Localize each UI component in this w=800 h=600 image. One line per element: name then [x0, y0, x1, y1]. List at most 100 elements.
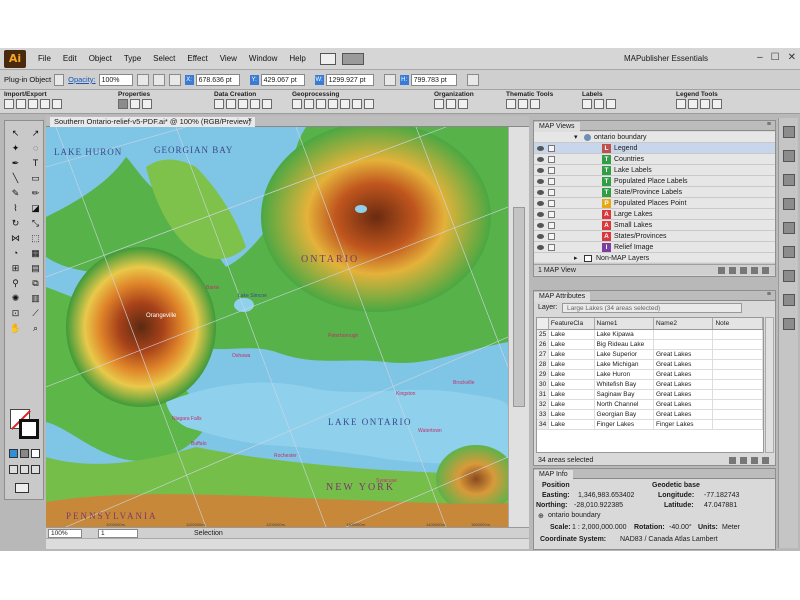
cell[interactable] [654, 340, 714, 349]
tree-root[interactable]: ▾ ontario boundary [534, 132, 775, 143]
cell[interactable]: Lake [549, 410, 595, 419]
draw-normal-icon[interactable] [9, 465, 18, 474]
visibility-eye-icon[interactable] [537, 157, 544, 162]
lock-toggle[interactable] [548, 233, 555, 240]
layer-row[interactable]: T Lake Labels [534, 165, 775, 176]
grid-icon[interactable] [250, 99, 260, 109]
slice-tool-icon[interactable]: ⟋ [28, 307, 43, 319]
zoom-tool-icon[interactable]: ⌕ [28, 322, 43, 334]
cell[interactable]: Great Lakes [654, 370, 714, 379]
layer-row[interactable]: A Small Lakes [534, 220, 775, 231]
duplicate-view-icon[interactable] [740, 267, 747, 274]
workspace-switcher[interactable]: MAPublisher Essentials [624, 54, 708, 63]
cell[interactable]: Great Lakes [654, 350, 714, 359]
database-icon[interactable] [28, 99, 38, 109]
table-row[interactable]: 27 Lake Lake Superior Great Lakes [537, 350, 763, 360]
perspective-grid-tool-icon[interactable]: ▦ [28, 247, 43, 259]
fill-stroke-swatches[interactable] [10, 409, 39, 443]
column-header[interactable]: FeatureCla [549, 318, 595, 329]
add-attribute-icon[interactable] [729, 457, 736, 464]
type-tool-icon[interactable]: T [28, 157, 43, 169]
transparency-panel-icon[interactable] [782, 270, 795, 282]
lock-toggle[interactable] [548, 222, 555, 229]
rotate-tool-icon[interactable]: ↻ [8, 217, 23, 229]
visibility-eye-icon[interactable] [537, 234, 544, 239]
join-icon[interactable] [292, 99, 302, 109]
table-row[interactable]: 25 Lake Lake Kipawa [537, 330, 763, 340]
cell[interactable] [713, 390, 763, 399]
minimize-icon[interactable]: – [757, 52, 763, 63]
cell[interactable]: Lake [549, 360, 595, 369]
cell[interactable]: Finger Lakes [654, 420, 714, 429]
selection-tool-icon[interactable]: ↖ [8, 127, 23, 139]
menu-window[interactable]: Window [243, 54, 283, 63]
gradient-icon[interactable] [20, 449, 29, 458]
layer-row[interactable]: T State/Province Labels [534, 187, 775, 198]
label-editor-icon[interactable] [594, 99, 604, 109]
appearance-panel-icon[interactable] [782, 294, 795, 306]
width-tool-icon[interactable]: ⋈ [8, 232, 23, 244]
layer-dropdown[interactable]: Large Lakes (34 areas selected) [562, 303, 742, 313]
table-row[interactable]: 33 Lake Georgian Bay Great Lakes [537, 410, 763, 420]
arrange-documents-icon[interactable] [341, 52, 364, 65]
cell[interactable]: Lake Kipawa [595, 330, 654, 339]
globe-icon[interactable] [118, 99, 128, 109]
cell[interactable]: Lake [549, 420, 595, 429]
cell[interactable]: Great Lakes [654, 390, 714, 399]
symbol-icon[interactable] [530, 99, 540, 109]
paintbrush-tool-icon[interactable]: ✎ [8, 187, 23, 199]
delete-icon[interactable] [762, 267, 769, 274]
map-attributes-tab[interactable]: MAP Attributes [534, 292, 591, 302]
line-tool-icon[interactable]: ╲ [8, 172, 23, 184]
align-icon[interactable] [152, 73, 165, 86]
symbol-sprayer-tool-icon[interactable]: ✺ [8, 292, 23, 304]
cell[interactable]: Lake Michigan [595, 360, 654, 369]
blend-tool-icon[interactable]: ⧉ [28, 277, 43, 289]
attributes-menu-icon[interactable]: ≡ [767, 291, 771, 298]
cell[interactable]: North Channel [595, 400, 654, 409]
map-canvas[interactable]: LAKE HURON GEORGIAN BAY ONTARIO LAKE ONT… [46, 127, 508, 527]
cell[interactable]: Lake Superior [595, 350, 654, 359]
visibility-eye-icon[interactable] [537, 201, 544, 206]
table-row[interactable]: 34 Lake Finger Lakes Finger Lakes [537, 420, 763, 430]
point-tool-icon[interactable] [214, 99, 224, 109]
visibility-eye-icon[interactable] [537, 223, 544, 228]
visibility-eye-icon[interactable] [537, 245, 544, 250]
bridge-icon[interactable] [319, 52, 336, 65]
table-row[interactable]: 32 Lake North Channel Great Lakes [537, 400, 763, 410]
lock-toggle[interactable] [548, 145, 555, 152]
menu-file[interactable]: File [32, 54, 57, 63]
mesh-tool-icon[interactable]: ⊞ [8, 262, 23, 274]
attribute-scrollbar[interactable] [765, 317, 774, 453]
horizontal-scrollbar[interactable] [46, 538, 529, 549]
buffer-icon[interactable] [262, 99, 272, 109]
shape-builder-tool-icon[interactable]: ◔ [8, 247, 23, 259]
layer-row[interactable]: T Countries [534, 154, 775, 165]
thematic-icon[interactable] [506, 99, 516, 109]
north-arrow-icon[interactable] [700, 99, 710, 109]
table-row[interactable]: 28 Lake Lake Michigan Great Lakes [537, 360, 763, 370]
layers-panel-icon[interactable] [782, 318, 795, 330]
menu-type[interactable]: Type [118, 54, 147, 63]
pencil-tool-icon[interactable]: ✏ [28, 187, 43, 199]
export-icon[interactable] [16, 99, 26, 109]
web-map-icon[interactable] [40, 99, 50, 109]
cell[interactable]: Whitefish Bay [595, 380, 654, 389]
cell[interactable]: Great Lakes [654, 380, 714, 389]
pen-tool-icon[interactable]: ✒ [8, 157, 23, 169]
cell[interactable]: Finger Lakes [595, 420, 654, 429]
divide-icon[interactable] [352, 99, 362, 109]
collapse-icon[interactable]: ▸ [574, 253, 578, 264]
color-icon[interactable] [9, 449, 18, 458]
transform-icon[interactable] [168, 73, 181, 86]
table-icon[interactable] [130, 99, 140, 109]
panel-menu-icon[interactable]: ≡ [767, 121, 771, 128]
scale-bar-icon[interactable] [688, 99, 698, 109]
cell[interactable]: Lake [549, 370, 595, 379]
height-field[interactable]: 799.783 pt [410, 73, 457, 86]
zoom-select[interactable]: 100% [48, 528, 82, 538]
crop-icon[interactable] [304, 99, 314, 109]
merge-icon[interactable] [316, 99, 326, 109]
cell[interactable] [713, 370, 763, 379]
magic-wand-tool-icon[interactable]: ✦ [8, 142, 23, 154]
